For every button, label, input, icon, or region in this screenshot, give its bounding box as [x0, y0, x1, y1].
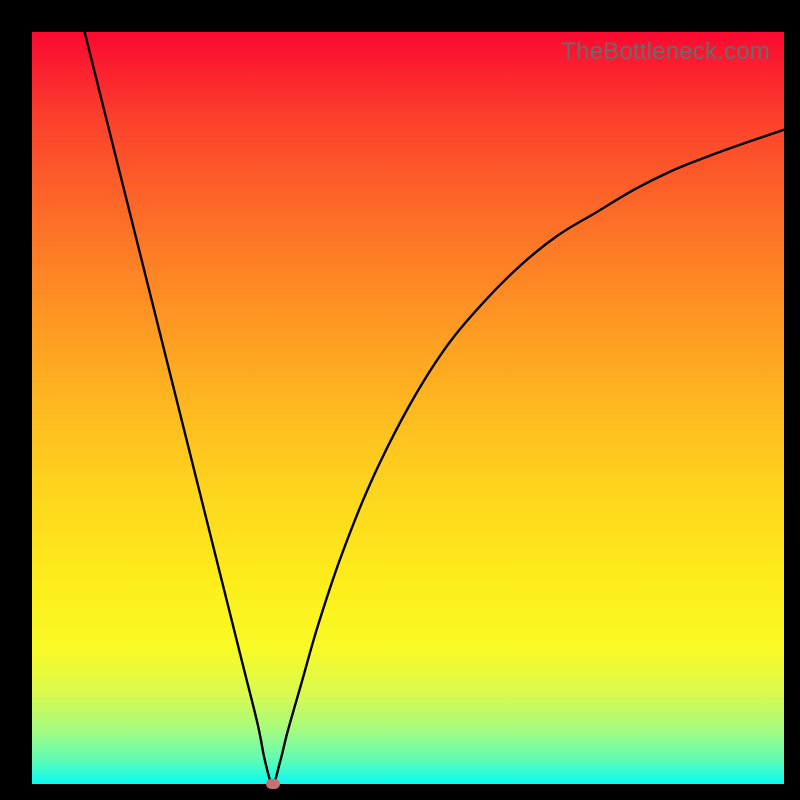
minimum-point-marker: [266, 779, 280, 789]
plot-area: TheBottleneck.com: [32, 32, 784, 784]
bottleneck-curve: [32, 32, 784, 784]
chart-frame: TheBottleneck.com: [0, 0, 800, 800]
